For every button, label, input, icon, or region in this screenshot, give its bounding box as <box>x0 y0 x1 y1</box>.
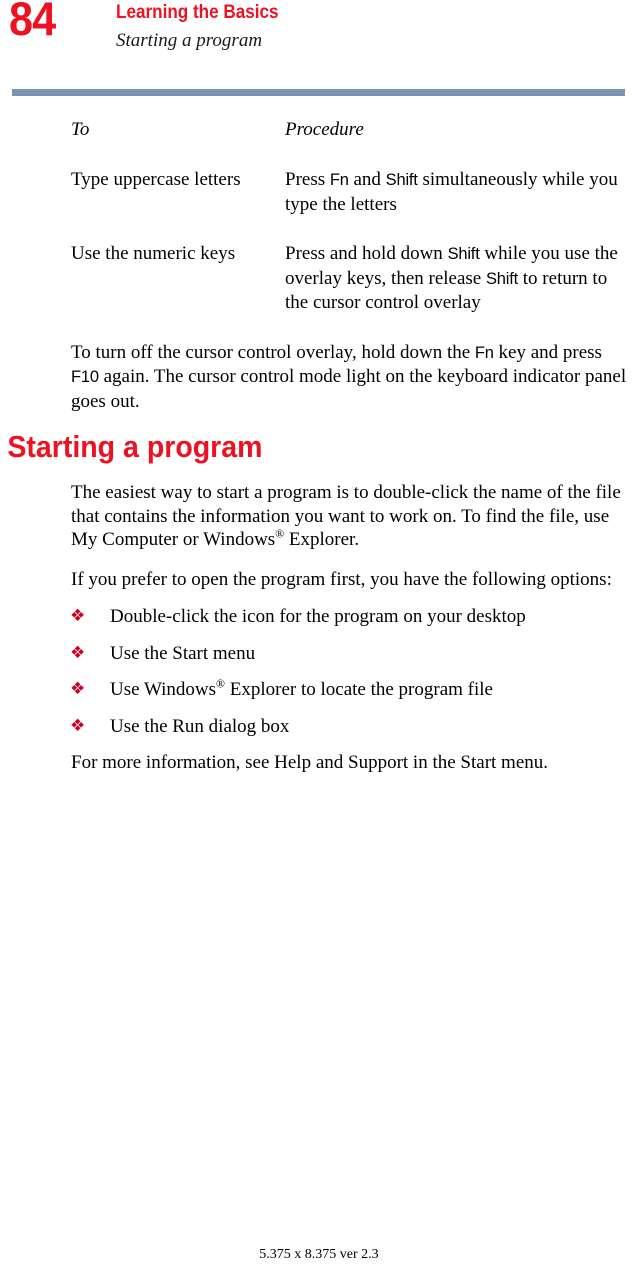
options-bullet-list: ❖ Double-click the icon for the program … <box>0 605 638 738</box>
table-cell-procedure: Press Fn and Shift simultaneously while … <box>285 168 631 242</box>
table-header-row: To Procedure <box>71 118 631 168</box>
text-run: Use the Start menu <box>110 642 256 664</box>
text-run: again. The cursor control mode light on … <box>71 366 627 412</box>
paragraph-prefer-open: If you prefer to open the program first,… <box>0 568 631 592</box>
key-name: Fn <box>329 171 349 189</box>
header-divider-rule <box>12 89 625 96</box>
paragraph-more-information: For more information, see Help and Suppo… <box>0 751 631 775</box>
key-name: Fn <box>474 343 494 362</box>
red-diamond-bullet-icon: ❖ <box>70 679 86 699</box>
table-row: Use the numeric keys Press and hold down… <box>71 242 631 341</box>
table-cell-to: Use the numeric keys <box>71 243 236 264</box>
text-run: and <box>348 169 386 190</box>
procedure-table: To Procedure Type uppercase letters Pres… <box>71 118 631 341</box>
page-footer: 5.375 x 8.375 ver 2.3 <box>0 1245 638 1263</box>
page-content: To Procedure Type uppercase letters Pres… <box>0 118 638 791</box>
text-run: Double-click the icon for the program on… <box>110 606 526 627</box>
text-run: key and press <box>493 341 602 363</box>
table-row: Type uppercase letters Press Fn and Shif… <box>71 168 631 242</box>
list-item: ❖ Use Windows® Explorer to locate the pr… <box>0 678 638 702</box>
text-run: Press and hold down <box>285 243 448 264</box>
list-item: ❖ Use the Start menu <box>0 642 638 666</box>
key-name: F10 <box>71 368 99 386</box>
red-diamond-bullet-icon: ❖ <box>70 606 86 626</box>
text-run: To turn off the cursor control overlay, … <box>71 341 475 363</box>
list-item: ❖ Double-click the icon for the program … <box>0 605 638 629</box>
registered-trademark-mark: ® <box>216 677 225 691</box>
section-heading-starting-a-program: Starting a program <box>7 429 263 464</box>
list-item-label: Double-click the icon for the program on… <box>110 606 526 627</box>
red-diamond-bullet-icon: ❖ <box>70 715 86 736</box>
footer-size-version: 5.375 x 8.375 ver 2.3 <box>259 1247 379 1262</box>
list-item-label: Use Windows® Explorer to locate the prog… <box>110 677 493 700</box>
list-item: ❖ Use the Run dialog box <box>0 715 638 739</box>
chapter-title: Learning the Basics <box>116 2 279 23</box>
list-item-label: Use the Start menu <box>110 643 255 664</box>
paragraph-turn-off-overlay: To turn off the cursor control overlay, … <box>0 341 631 414</box>
key-name: Shift <box>486 269 519 288</box>
key-name: Shift <box>447 245 480 263</box>
column-header-procedure: Procedure <box>285 119 364 140</box>
paragraph-easiest-way: The easiest way to start a program is to… <box>0 481 631 552</box>
text-run: If you prefer to open the program first,… <box>71 568 612 590</box>
registered-trademark-mark: ® <box>275 527 285 541</box>
red-diamond-bullet-icon: ❖ <box>70 642 86 663</box>
text-run: For more information, see Help and Suppo… <box>71 752 549 773</box>
table-cell-procedure: Press and hold down Shift while you use … <box>285 242 631 341</box>
list-item-label: Use the Run dialog box <box>110 716 289 737</box>
section-subtitle: Starting a program <box>116 30 263 51</box>
text-run: Use Windows <box>110 679 217 700</box>
table-cell-to: Type uppercase letters <box>71 169 241 190</box>
text-run: Press <box>285 169 330 190</box>
page-header: 84 Learning the Basics Starting a progra… <box>0 0 638 80</box>
key-name: Shift <box>385 171 418 189</box>
page-number: 84 <box>9 0 56 45</box>
column-header-to: To <box>71 119 90 140</box>
table-body: Type uppercase letters Press Fn and Shif… <box>71 168 631 341</box>
text-run: Explorer to locate the program file <box>224 679 493 700</box>
text-run: Explorer. <box>284 529 360 550</box>
text-run: Use the Run dialog box <box>110 715 290 737</box>
